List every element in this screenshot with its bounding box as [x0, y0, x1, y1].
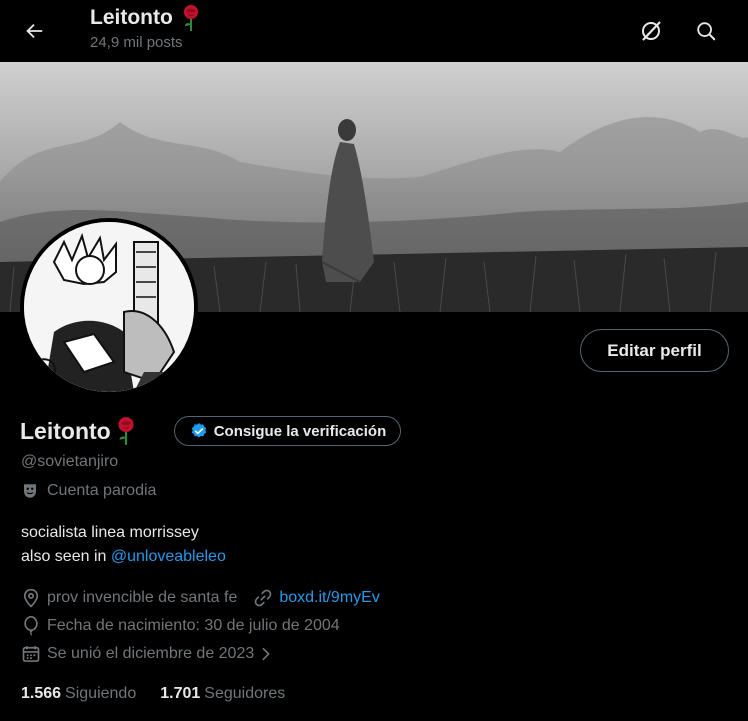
display-name: Leitonto	[20, 417, 111, 444]
balloon-icon	[21, 616, 41, 636]
bio-line-1: socialista linea morrissey	[21, 524, 199, 541]
birthdate-text: Fecha de nacimiento: 30 de julio de 2004	[47, 617, 340, 634]
joined-text: Se unió el diciembre de 2023	[47, 645, 255, 662]
get-verified-button[interactable]: Consigue la verificación	[173, 416, 402, 446]
edit-profile-button[interactable]: Editar perfil	[580, 329, 729, 372]
grok-button[interactable]	[631, 11, 671, 51]
grok-icon	[642, 21, 661, 41]
following-count: 1.566	[21, 685, 62, 702]
following-link[interactable]: 1.566 Siguiendo	[21, 685, 136, 703]
header-title-group: Leitonto 24,9 mil posts	[90, 4, 202, 51]
following-label: Siguiendo	[65, 685, 137, 702]
get-verified-label: Consigue la verificación	[213, 422, 387, 440]
location-row: prov invencible de santa fe boxd.it/9myE…	[21, 588, 380, 608]
profile-avatar[interactable]	[20, 218, 198, 396]
avatar-illustration	[24, 222, 194, 392]
top-bar: Leitonto 24,9 mil posts	[0, 0, 748, 62]
followers-count: 1.701	[160, 685, 201, 702]
user-handle: @sovietanjiro	[21, 453, 119, 470]
header-title: Leitonto	[90, 4, 202, 32]
parody-label-text: Cuenta parodia	[47, 482, 157, 499]
bio-line-2: also seen in @unloveableleo	[21, 545, 226, 569]
search-button[interactable]	[686, 11, 726, 51]
calendar-icon	[21, 644, 41, 664]
name-row: Leitonto Consigue la verificación	[20, 416, 402, 446]
arrow-left-icon	[26, 23, 43, 39]
website-link[interactable]: boxd.it/9myEv	[279, 589, 379, 607]
verified-badge-icon	[191, 423, 206, 438]
joined-row[interactable]: Se unió el diciembre de 2023	[21, 644, 282, 664]
rose-emoji-icon	[183, 5, 198, 31]
avatar-image	[24, 222, 194, 392]
birthdate-row: Fecha de nacimiento: 30 de julio de 2004	[21, 616, 340, 636]
location-pin-icon	[21, 588, 41, 608]
bio-line-2-prefix: also seen in	[21, 548, 111, 565]
location-text: prov invencible de santa fe	[47, 589, 238, 606]
search-icon	[697, 22, 716, 41]
followers-label: Seguidores	[204, 685, 286, 702]
theater-mask-icon	[24, 484, 36, 498]
profile-bio: socialista linea morrissey also seen in …	[21, 521, 226, 569]
link-icon	[253, 588, 273, 608]
chevron-right-icon	[256, 644, 276, 664]
bio-mention-link[interactable]: @unloveableleo	[111, 548, 226, 565]
rose-emoji-icon	[118, 417, 134, 445]
followers-link[interactable]: 1.701 Seguidores	[160, 685, 285, 703]
header-name: Leitonto	[90, 6, 173, 29]
back-button[interactable]	[14, 11, 54, 51]
follow-stats: 1.566 Siguiendo 1.701 Seguidores	[21, 685, 285, 703]
parody-label: Cuenta parodia	[21, 482, 156, 500]
posts-count: 24,9 mil posts	[90, 34, 183, 51]
